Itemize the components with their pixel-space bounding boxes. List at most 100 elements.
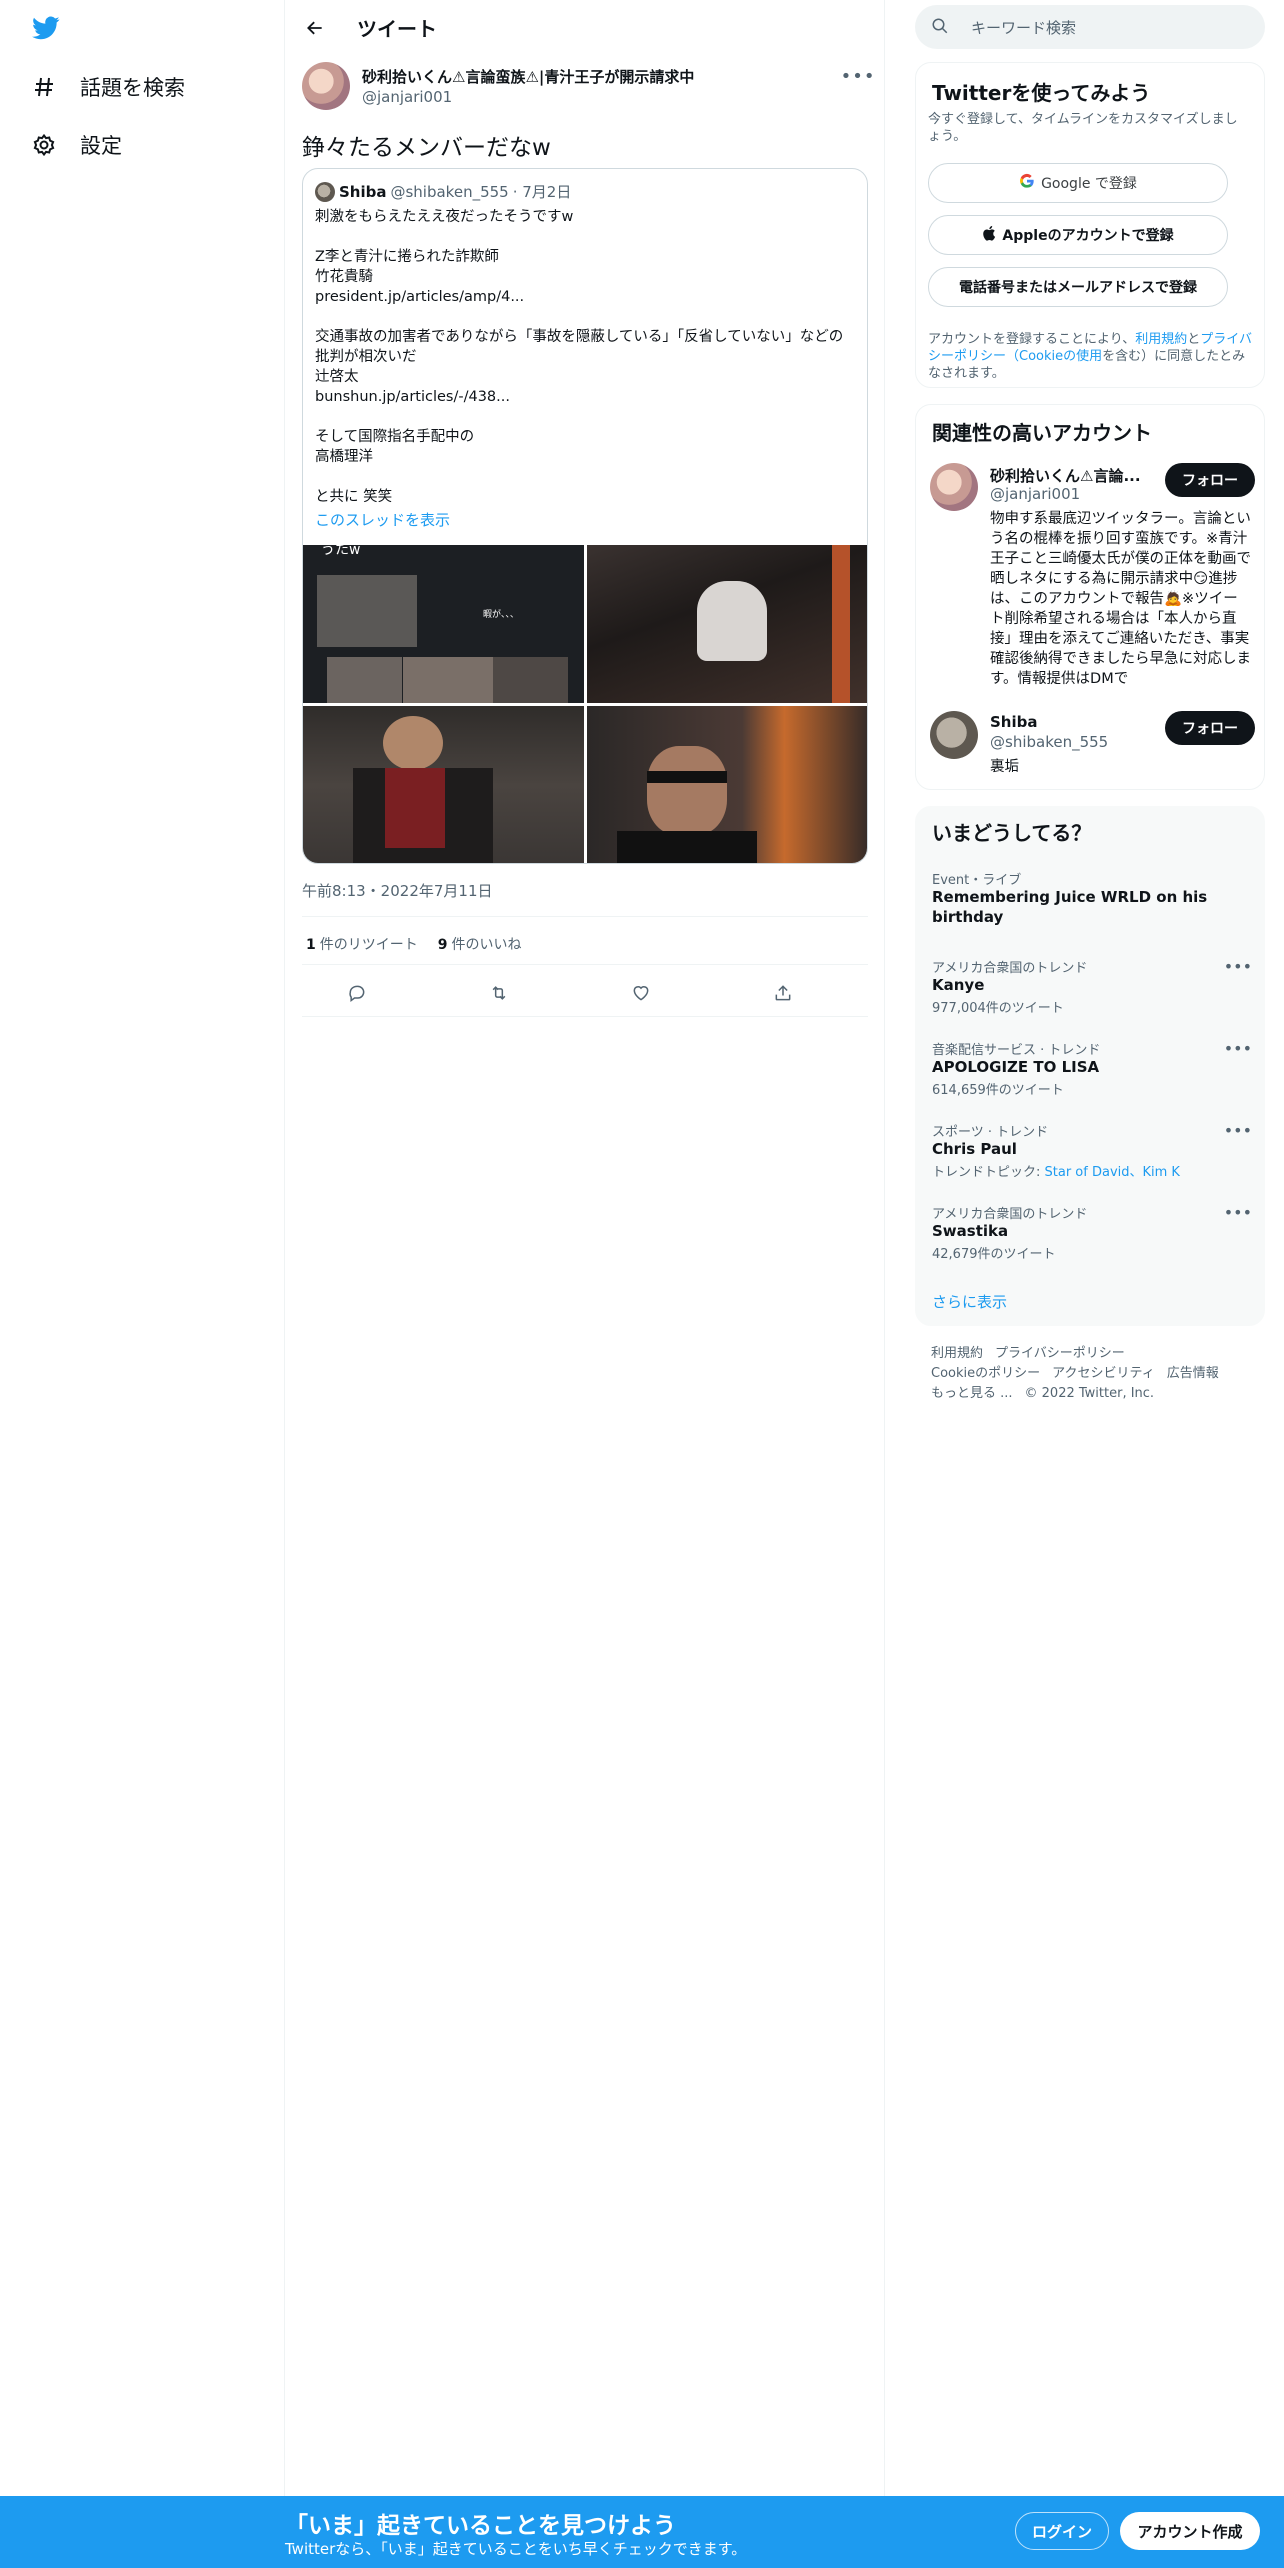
tweet-actions (302, 978, 868, 1008)
google-icon (1019, 173, 1035, 193)
media-image-4[interactable] (587, 706, 867, 863)
account-row[interactable]: Shiba @shibaken_555 フォロー 裏垢 (930, 711, 1255, 781)
more-options-icon[interactable]: ••• (1224, 957, 1252, 976)
phone-email-signup-button[interactable]: 電話番号またはメールアドレスで登録 (928, 267, 1228, 307)
trend-count: 42,679件のツイート (932, 1247, 1056, 1262)
image-inner-text: 暇が、、、 (483, 610, 519, 620)
google-signup-button[interactable]: Google で登録 (928, 163, 1228, 203)
more-options-icon[interactable]: ••• (1224, 1039, 1252, 1058)
like-label: 件のいいね (451, 937, 522, 953)
author-name[interactable]: 砂利拾いくん⚠言論蛮族⚠|青汁王子が開示請求中 (362, 66, 694, 87)
account-name: Shiba (990, 713, 1038, 731)
trend-count: 614,659件のツイート (932, 1083, 1064, 1098)
show-thread-link[interactable]: このスレッドを表示 (315, 509, 450, 530)
search-bar[interactable]: キーワード検索 (915, 5, 1265, 49)
trend-topic-prefix: トレンドトピック: (932, 1165, 1045, 1180)
media-image-3[interactable] (303, 706, 584, 863)
media-grid: うたw 暇が、、、 (303, 545, 867, 863)
more-options-icon[interactable]: ••• (1224, 1121, 1252, 1140)
footer-link[interactable]: もっと見る ... (931, 1386, 1013, 1401)
quote-line: Z李と青汁に捲られた詐欺師 (315, 249, 499, 265)
retweet-icon[interactable] (484, 978, 514, 1008)
retweet-count: 1 (306, 937, 316, 953)
photo-thumb (327, 657, 402, 703)
search-icon (931, 17, 949, 39)
quoted-tweet[interactable]: Shiba @shibaken_555 · 7月2日 刺激をもらえたええ夜だった… (302, 168, 868, 864)
quoted-author-name: Shiba (339, 182, 387, 201)
login-button[interactable]: ログイン (1015, 2512, 1109, 2550)
trend-item[interactable]: Event・ライブ Remembering Juice WRLD on his … (932, 869, 1252, 927)
related-accounts-card: 関連性の高いアカウント 砂利拾いくん⚠言論... @janjari001 フォロ… (915, 404, 1265, 790)
like-heart-icon[interactable] (626, 978, 656, 1008)
quote-link[interactable]: bunshun.jp/articles/-/438... (315, 387, 855, 407)
tweet-timestamp[interactable]: 午前8:13・2022年7月11日 (302, 880, 493, 901)
follow-button[interactable]: フォロー (1165, 711, 1255, 745)
nav-settings-label: 設定 (80, 134, 122, 158)
trend-category: Event・ライブ (932, 873, 1022, 888)
divider (302, 1016, 868, 1017)
quote-line-gap (315, 227, 855, 247)
photo-decor (385, 768, 445, 848)
more-options-icon[interactable]: ••• (1224, 1203, 1252, 1222)
apple-signup-label: Appleのアカウントで登録 (1002, 228, 1174, 244)
media-image-2[interactable] (587, 545, 867, 703)
account-row[interactable]: 砂利拾いくん⚠言論... @janjari001 フォロー 物申す系最底辺ツイッ… (930, 463, 1255, 693)
trend-item[interactable]: 音楽配信サービス · トレンド APOLOGIZE TO LISA 614,65… (932, 1039, 1252, 1098)
quote-link[interactable]: president.jp/articles/amp/4... (315, 287, 855, 307)
author-handle[interactable]: @janjari001 (362, 88, 452, 106)
media-image-1[interactable]: うたw 暇が、、、 (303, 545, 584, 703)
photo-decor (647, 771, 727, 783)
tweet-author: 砂利拾いくん⚠言論蛮族⚠|青汁王子が開示請求中 @janjari001 ••• (302, 62, 875, 114)
photo-figure (617, 831, 757, 863)
tweet-text: 錚々たるメンバーだなw (302, 135, 551, 161)
terms-link[interactable]: 利用規約 (1135, 332, 1187, 347)
quoted-author-handle: @shibaken_555 (390, 182, 509, 201)
like-stat[interactable]: 9 件のいいね (438, 934, 522, 954)
footer-link[interactable]: 広告情報 (1167, 1366, 1219, 1381)
footer-link[interactable]: プライバシーポリシー (995, 1346, 1125, 1361)
trends-title: いまどうしてる？ (932, 821, 1092, 845)
footer-link[interactable]: 利用規約 (931, 1346, 983, 1361)
tweet-stats: 1 件のリツイート 9 件のいいね (306, 934, 542, 954)
create-account-button[interactable]: アカウント作成 (1120, 2512, 1260, 2550)
left-sidebar: 話題を検索 設定 (0, 0, 285, 2568)
apple-signup-button[interactable]: Appleのアカウントで登録 (928, 215, 1228, 255)
photo-figure (383, 716, 443, 770)
avatar (930, 711, 978, 759)
retweet-stat[interactable]: 1 件のリツイート (306, 934, 418, 954)
quote-line: 竹花貴騎 (315, 269, 373, 285)
signup-terms: アカウントを登録することにより、利用規約とプライバシーポリシー（Cookieの使… (928, 331, 1253, 382)
trend-category: スポーツ · トレンド (932, 1125, 1049, 1140)
back-arrow-icon[interactable] (297, 10, 333, 46)
more-options-icon[interactable]: ••• (841, 64, 875, 88)
google-signup-label: Google で登録 (1041, 176, 1137, 192)
footer-link[interactable]: アクセシビリティ (1052, 1366, 1155, 1381)
nav-settings[interactable]: 設定 (30, 125, 122, 165)
bottom-bar-title: 「いま」起きていることを見つけよう (285, 2513, 676, 2539)
account-handle: @janjari001 (990, 485, 1081, 503)
bottom-bar-subtitle: Twitterなら、「いま」起きていることをいち早くチェックできます。 (285, 2540, 747, 2558)
bottom-signup-bar: 「いま」起きていることを見つけよう Twitterなら、「いま」起きていることを… (0, 2496, 1284, 2568)
account-bio: 裏垢 (990, 759, 1019, 775)
terms-text: と (1187, 332, 1201, 347)
nav-explore[interactable]: 話題を検索 (30, 67, 185, 107)
retweet-label: 件のリツイート (319, 937, 418, 953)
trend-item[interactable]: アメリカ合衆国のトレンド Swastika 42,679件のツイート ••• (932, 1203, 1252, 1262)
trend-count: 977,004件のツイート (932, 1001, 1064, 1016)
trend-item[interactable]: スポーツ · トレンド Chris Paul トレンドトピック: Star of… (932, 1121, 1252, 1180)
trend-item[interactable]: アメリカ合衆国のトレンド Kanye 977,004件のツイート ••• (932, 957, 1252, 1016)
trend-name: Swastika (932, 1222, 1009, 1240)
follow-button[interactable]: フォロー (1165, 463, 1255, 497)
twitter-logo-icon[interactable] (30, 14, 66, 44)
show-more-link[interactable]: さらに表示 (932, 1291, 1007, 1312)
reply-icon[interactable] (342, 978, 372, 1008)
quoted-tweet-text: 刺激をもらえたええ夜だったそうですw Z李と青汁に捲られた詐欺師 竹花貴騎 pr… (315, 207, 855, 507)
image-caption: うたw (321, 545, 361, 558)
trend-topic-links[interactable]: Star of David、Kim K (1045, 1165, 1180, 1180)
terms-text: アカウントを登録することにより、 (928, 332, 1136, 347)
author-avatar[interactable] (302, 62, 350, 110)
share-icon[interactable] (768, 978, 798, 1008)
search-placeholder[interactable]: キーワード検索 (971, 17, 1076, 38)
trend-name: APOLOGIZE TO LISA (932, 1058, 1100, 1076)
footer-link[interactable]: Cookieのポリシー (931, 1366, 1040, 1381)
